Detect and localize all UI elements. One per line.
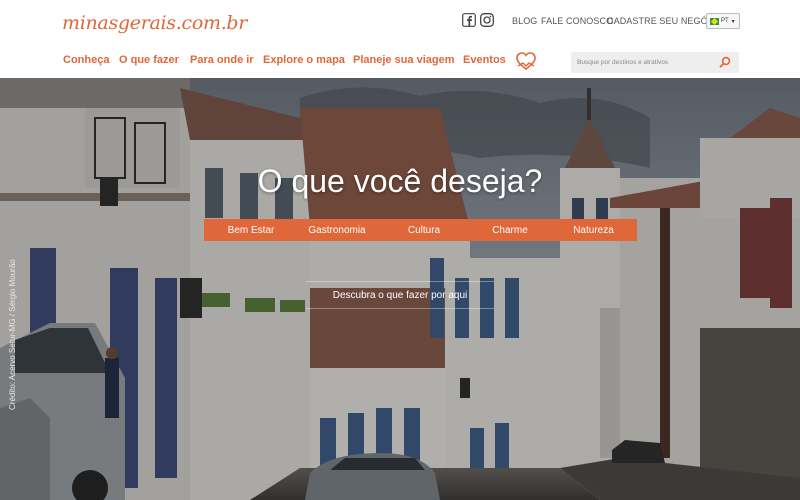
language-label: PT <box>721 18 729 24</box>
brazil-flag-icon <box>710 17 719 25</box>
site-header: minasgerais.com.br BLOG FALE CONOSCO CAD… <box>0 0 800 78</box>
site-logo[interactable]: minasgerais.com.br <box>62 12 247 34</box>
hero-banner: Crédito: Acervo Setur-MG / Sérgio Mourão… <box>0 78 800 500</box>
contact-link[interactable]: FALE CONOSCO <box>541 16 613 26</box>
blog-link[interactable]: BLOG <box>512 16 537 26</box>
search-icon[interactable] <box>719 56 731 68</box>
nav-conheca[interactable]: Conheça <box>63 54 109 66</box>
chevron-down-icon: ▾ <box>731 18 735 25</box>
category-natureza-button[interactable]: Natureza <box>550 219 637 241</box>
nav-explore-o-mapa[interactable]: Explore o mapa <box>263 54 345 66</box>
nav-planeje-sua-viagem[interactable]: Planeje sua viagem <box>353 54 455 66</box>
heart-map-icon[interactable] <box>515 51 537 71</box>
category-gastronomia-button[interactable]: Gastronomia <box>290 219 384 241</box>
category-charme-button[interactable]: Charme <box>463 219 557 241</box>
search-input[interactable] <box>571 52 711 73</box>
facebook-icon[interactable] <box>462 13 476 27</box>
discover-link[interactable]: Descubra o que fazer por aqui <box>306 281 494 309</box>
nav-para-onde-ir[interactable]: Para onde ir <box>190 54 254 66</box>
language-selector[interactable]: PT ▾ <box>706 13 740 29</box>
category-cultura-button[interactable]: Cultura <box>377 219 471 241</box>
hero-title: O que você deseja? <box>257 163 543 199</box>
nav-eventos[interactable]: Eventos <box>463 54 506 66</box>
category-bem-estar-button[interactable]: Bem Estar <box>204 219 298 241</box>
instagram-icon[interactable] <box>480 13 494 27</box>
search-box <box>571 52 739 73</box>
nav-o-que-fazer[interactable]: O que fazer <box>119 54 179 66</box>
photo-credit: Crédito: Acervo Setur-MG / Sérgio Mourão <box>8 259 17 410</box>
